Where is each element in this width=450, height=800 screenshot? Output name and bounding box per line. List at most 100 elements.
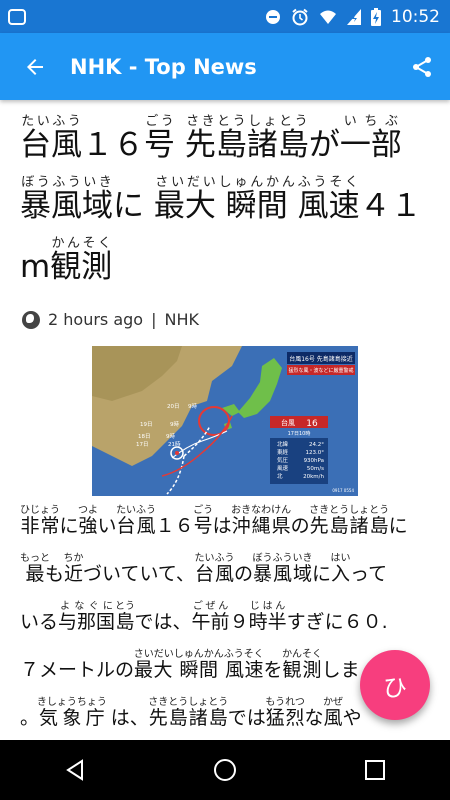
furigana: かんそく (282, 649, 323, 660)
share-button[interactable] (394, 33, 450, 100)
nav-recents-button[interactable] (345, 740, 405, 800)
ruby-word: 時半じはん (248, 601, 287, 633)
nav-home-button[interactable] (195, 740, 255, 800)
furigana: さいだいしゅんかんふうそく (133, 649, 264, 660)
ruby-word: 午前ごぜん (191, 601, 230, 633)
ruby-word: 非常ひじょう (20, 505, 60, 537)
furigana: もっと (20, 553, 50, 564)
furigana: いちぶ (339, 114, 402, 129)
ruby-word: 先島諸島さきとうしょとう (309, 505, 390, 537)
furigana: もうれつ (265, 697, 305, 708)
ruby-word: 与那国よなぐに (58, 601, 116, 633)
headline-line-3: m観測かんそく (20, 236, 113, 285)
map-stat-label: 北緯 (277, 440, 289, 448)
furigana: きしょうちょう (36, 697, 107, 708)
map-track-label: 21時 (168, 440, 181, 448)
ruby-word: 沖縄県おきなわけん (231, 505, 292, 537)
ruby-word: 近ちか (63, 553, 84, 585)
alarm-icon (292, 8, 308, 25)
ruby-word: 先島諸島さきとうしょとう (148, 697, 229, 729)
article-image[interactable]: 台風16号 先島諸島接近 猛烈な風・波などに厳重警戒 台風 16 17日10時 … (92, 346, 358, 496)
ruby-word: 強つよ (78, 505, 99, 537)
furigana: ごう (193, 505, 214, 516)
furigana: ごう (144, 114, 175, 129)
furigana: たいふう (20, 114, 82, 129)
ruby-word: 観測かんそく (282, 649, 323, 681)
furigana: たいふう (116, 505, 157, 516)
furigana: かぜ (323, 697, 344, 708)
furigana: はい (330, 553, 351, 564)
signal-icon (347, 8, 361, 25)
meta-separator: | (151, 310, 157, 329)
ruby-word: 台風たいふう (20, 114, 82, 163)
map-stat-value: 930hPa (304, 458, 324, 464)
furigana: ぼうふういき (20, 175, 113, 190)
furigana: ごぜん (191, 601, 230, 612)
map-track-label: 18日 (138, 433, 151, 440)
triangle-back-icon (66, 759, 83, 781)
ruby-word: 島とう (115, 601, 136, 633)
article-meta: 2 hours ago | NHK (22, 310, 199, 329)
furigana: ひじょう (20, 505, 60, 516)
map-stat-label: 気圧 (277, 456, 289, 464)
ruby-word: 台風たいふう (116, 505, 157, 537)
article[interactable]: 台風たいふう１６号ごう 先島諸島さきとうしょとうが一部いちぶ 暴風域ぼうふういき… (0, 100, 450, 740)
furigana: おきなわけん (231, 505, 292, 516)
ruby-word: 先島諸島さきとうしょとう (184, 114, 309, 163)
ruby-word: 号ごう (193, 505, 214, 537)
share-icon (413, 56, 431, 77)
map-track-label: 9時 (170, 420, 179, 428)
map-typhoon-time: 17日10時 (288, 431, 311, 437)
map-track-label: 20日 (167, 403, 180, 410)
map-track-label: 17日 (136, 441, 149, 448)
map-typhoon-label: 台風 (281, 418, 295, 427)
map-track-label: 9時 (188, 402, 197, 410)
furigana: じはん (248, 601, 287, 612)
map-stat-label: 東経 (277, 448, 289, 456)
typhoon-map: 台風16号 先島諸島接近 猛烈な風・波などに厳重警戒 台風 16 17日10時 … (92, 346, 358, 496)
globe-icon (22, 310, 40, 329)
ruby-word: 入はい (330, 553, 351, 585)
battery-icon (371, 7, 381, 26)
back-button[interactable] (0, 33, 70, 100)
headline-line-1: 台風たいふう１６号ごう 先島諸島さきとうしょとうが一部いちぶ (20, 114, 402, 163)
body-line: 最もっとも近ちかづいていて、台風たいふうの暴風域ぼうふういきに入はいって (20, 553, 388, 585)
furigana: よなぐに (58, 601, 116, 612)
furigana: つよ (78, 505, 99, 516)
android-debug-icon (8, 8, 26, 25)
furigana: とう (115, 601, 136, 612)
status-bar: 10:52 (0, 0, 450, 33)
app-bar: NHK - Top News (0, 33, 450, 100)
furigana: さいだいしゅんかんふうそく (153, 175, 360, 190)
ruby-word: 最大 瞬間 風速さいだいしゅんかんふうそく (133, 649, 264, 681)
map-track-label: 19日 (140, 421, 153, 428)
ruby-word: 号ごう (144, 114, 175, 163)
furigana: ぼうふういき (252, 553, 313, 564)
square-recents-icon (365, 760, 385, 780)
map-stat-value: 24.2° (309, 442, 324, 448)
ruby-word: 暴風域ぼうふういき (252, 553, 313, 585)
ruby-word: 猛烈もうれつ (265, 697, 305, 729)
minus-circle-icon (266, 9, 280, 24)
nav-back-button[interactable] (45, 740, 105, 800)
map-stat-value: 20km/h (303, 474, 324, 480)
circle-home-icon (214, 759, 236, 781)
map-stat-value: 123.0° (306, 450, 325, 456)
map-typhoon-number: 16 (306, 419, 318, 429)
furigana: たいふう (194, 553, 235, 564)
furigana: ちか (63, 553, 84, 564)
map-credit: 0917 0554 (332, 488, 354, 493)
furigana: かんそく (50, 236, 113, 251)
ruby-word: 風かぜ (323, 697, 344, 729)
status-time: 10:52 (391, 6, 440, 27)
map-stat-value: 50m/s (307, 466, 324, 472)
time-ago: 2 hours ago (48, 310, 144, 329)
map-stat-label: 風速 (277, 465, 289, 472)
map-track-label: 9時 (166, 432, 175, 440)
ruby-word: 気象庁きしょうちょう (36, 697, 107, 729)
headline-line-2: 暴風域ぼうふういきに 最大 瞬間 風速さいだいしゅんかんふうそく４１ (20, 175, 422, 224)
page-title: NHK - Top News (70, 54, 257, 79)
furigana-toggle-button[interactable]: ひ (360, 650, 430, 720)
map-caption-warning: 猛烈な風・波などに厳重警戒 (288, 367, 353, 374)
map-stat-label: 北 (277, 472, 283, 480)
